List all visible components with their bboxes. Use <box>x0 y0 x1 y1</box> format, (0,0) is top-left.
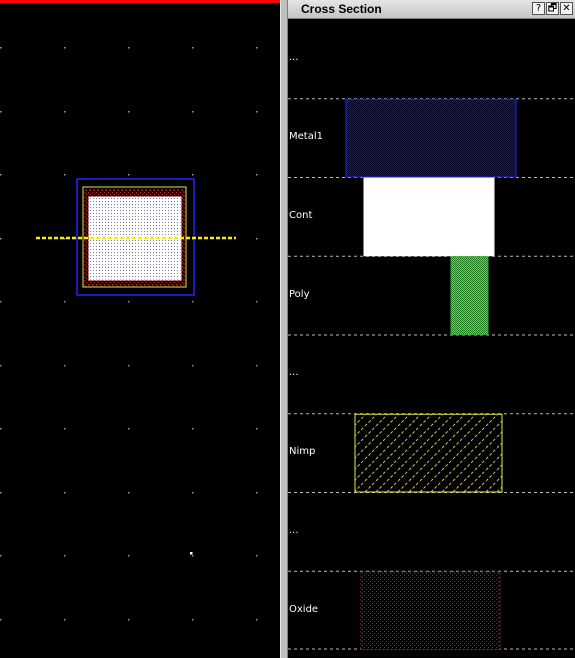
grid-dot <box>64 619 66 621</box>
cross-section-title-bar[interactable]: Cross Section ? 🗗 ✕ <box>288 0 575 19</box>
layout-drawing[interactable] <box>0 0 280 658</box>
grid-dot <box>256 619 258 621</box>
grid-dot <box>0 492 2 494</box>
grid-dot <box>64 301 66 303</box>
layer-label: Poly <box>289 289 310 300</box>
grid-dot <box>192 111 194 113</box>
grid-dot <box>128 365 130 367</box>
grid-dot <box>256 555 258 557</box>
grid-dot <box>64 555 66 557</box>
grid-dot <box>64 111 66 113</box>
grid-dots <box>0 47 258 621</box>
close-icon[interactable]: ✕ <box>560 2 573 15</box>
grid-dot <box>256 111 258 113</box>
grid-dot <box>256 47 258 49</box>
grid-dot <box>64 47 66 49</box>
grid-dot <box>192 428 194 430</box>
grid-dot <box>192 555 194 557</box>
grid-dot <box>0 619 2 621</box>
grid-dot <box>128 111 130 113</box>
grid-dot <box>256 492 258 494</box>
origin-marker <box>190 552 193 555</box>
grid-dot <box>128 301 130 303</box>
oxide-cross-section <box>360 571 501 650</box>
cross-section-drawing <box>288 98 575 650</box>
panel-title: Cross Section <box>301 2 382 16</box>
grid-dot <box>128 428 130 430</box>
grid-dot <box>0 111 2 113</box>
grid-dot <box>0 428 2 430</box>
layer-label: ... <box>289 52 299 63</box>
grid-dot <box>64 365 66 367</box>
cross-section-view: ... Metal1 Cont Poly... Nimp... Oxide <box>288 19 575 658</box>
poly-cross-section <box>450 256 489 335</box>
grid-dot <box>64 238 66 240</box>
grid-dot <box>64 174 66 176</box>
cross-section-panel: Cross Section ? 🗗 ✕ ... Metal1 Cont Poly… <box>288 0 575 658</box>
help-button[interactable]: ? <box>532 2 545 15</box>
layer-label: ... <box>289 525 299 536</box>
restore-window-icon[interactable]: 🗗 <box>546 2 559 15</box>
grid-dot <box>0 555 2 557</box>
panel-splitter[interactable] <box>280 0 288 658</box>
layer-label: Cont <box>289 210 313 221</box>
grid-dot <box>256 428 258 430</box>
grid-dot <box>128 174 130 176</box>
metal1-cross-section <box>345 98 517 178</box>
layer-label: Nimp <box>289 446 316 457</box>
layer-label: Oxide <box>289 604 319 615</box>
nimp-cross-section <box>354 413 503 493</box>
grid-dot <box>256 301 258 303</box>
grid-dot <box>128 619 130 621</box>
grid-dot <box>0 301 2 303</box>
grid-dot <box>192 301 194 303</box>
cont-cross-section <box>363 177 495 257</box>
grid-dot <box>128 47 130 49</box>
grid-dot <box>256 238 258 240</box>
layer-label: Metal1 <box>289 131 323 142</box>
layer-label: ... <box>289 367 299 378</box>
layout-canvas[interactable] <box>0 0 280 658</box>
grid-dot <box>192 174 194 176</box>
grid-dot <box>192 47 194 49</box>
grid-dot <box>256 365 258 367</box>
grid-dot <box>256 174 258 176</box>
grid-dot <box>0 238 2 240</box>
grid-dot <box>192 619 194 621</box>
grid-dot <box>0 47 2 49</box>
grid-dot <box>192 365 194 367</box>
grid-dot <box>64 428 66 430</box>
grid-dot <box>192 492 194 494</box>
grid-dot <box>64 492 66 494</box>
grid-dot <box>0 365 2 367</box>
grid-dot <box>0 174 2 176</box>
grid-dot <box>128 492 130 494</box>
grid-dot <box>128 555 130 557</box>
